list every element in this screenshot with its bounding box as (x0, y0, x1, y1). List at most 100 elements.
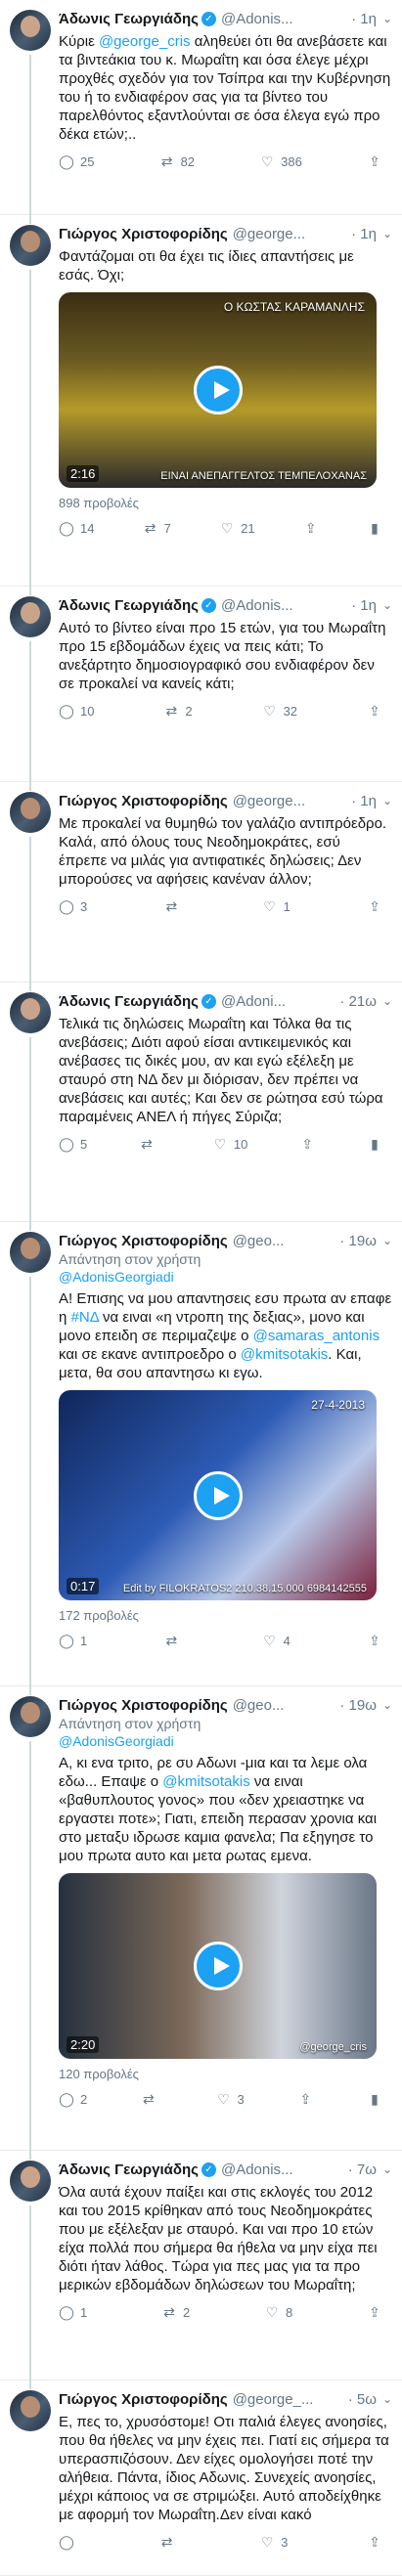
avatar[interactable] (10, 225, 51, 266)
like-button[interactable]: ♡ 386 (259, 153, 302, 170)
chevron-down-icon[interactable]: ⌄ (382, 596, 392, 615)
mention-link[interactable]: #ΝΔ (71, 1309, 99, 1326)
reply-button[interactable]: ◯ 10 (59, 703, 94, 720)
chevron-down-icon[interactable]: ⌄ (382, 225, 392, 243)
author-name[interactable]: Άδωνις Γεωργιάδης (59, 596, 199, 615)
author-name[interactable]: Γιώργος Χριστοφορίδης (59, 792, 228, 810)
mention-link[interactable]: @samaras_antonis (253, 1328, 380, 1344)
author-handle[interactable]: @george... (233, 792, 348, 810)
tweet[interactable]: Γιώργος Χριστοφορίδης @george... · 1η ⌄ Φαντ… (0, 215, 402, 595)
video-player[interactable]: 27-4-2013 Edit by FILOKRATOS2 210.38.15.0… (59, 1390, 377, 1600)
avatar[interactable] (10, 10, 51, 51)
tweet[interactable]: Άδωνις Γεωργιάδης ✓ @Adonis... · 1η ⌄ Αυτό το… (0, 587, 402, 791)
reply-button[interactable]: ◯ 1 (59, 1633, 87, 1649)
author-name[interactable]: Γιώργος Χριστοφορίδης (59, 1232, 228, 1250)
retweet-button[interactable]: ⇄ 2 (163, 703, 193, 720)
tweet-timestamp[interactable]: · 1η (351, 792, 377, 810)
chevron-down-icon[interactable]: ⌄ (382, 992, 392, 1011)
reply-button[interactable]: ◯ 1 (59, 2304, 87, 2321)
avatar[interactable] (10, 2390, 51, 2431)
author-name[interactable]: Γιώργος Χριστοφορίδης (59, 225, 228, 243)
reply-button[interactable]: ◯ 3 (59, 898, 87, 915)
like-button[interactable]: ♡ 8 (264, 2304, 293, 2321)
chevron-down-icon[interactable]: ⌄ (382, 1232, 392, 1250)
chevron-down-icon[interactable]: ⌄ (382, 10, 392, 28)
share-button[interactable]: ⇪ (367, 703, 382, 720)
tweet-timestamp[interactable]: · 1η (351, 10, 377, 28)
reply-button[interactable]: ◯ 2 (59, 2091, 87, 2108)
tweet-timestamp[interactable]: · 19ω (339, 1232, 377, 1250)
avatar[interactable] (10, 992, 51, 1033)
tweet[interactable]: Άδωνις Γεωργιάδης ✓ @Adonis... · 1η ⌄ Κύριε @… (0, 0, 402, 224)
retweet-button[interactable]: ⇄ 2 (161, 2304, 190, 2321)
analytics-button[interactable]: ▮ (367, 1136, 382, 1153)
replying-to-user-link[interactable]: @AdonisGeorgiadi (59, 1732, 392, 1750)
tweet[interactable]: Άδωνις Γεωργιάδης ✓ @Adonis... · 7ω ⌄ Όλα αυτ… (0, 2151, 402, 2389)
mention-link[interactable]: @kmitsotakis (241, 1346, 328, 1363)
play-button-icon[interactable] (193, 1470, 243, 1520)
like-button[interactable]: ♡ 3 (215, 2091, 245, 2108)
reply-button[interactable]: ◯ (59, 2534, 80, 2551)
reply-button[interactable]: ◯ 14 (59, 520, 94, 537)
tweet-timestamp[interactable]: · 19ω (339, 1696, 377, 1715)
tweet[interactable]: Γιώργος Χριστοφορίδης @geo... · 19ω ⌄ Απάντη… (0, 1686, 402, 2160)
tweet[interactable]: Άδωνις Γεωργιάδης ✓ @Adoni... · 21ω ⌄ Τελικά … (0, 982, 402, 1231)
author-name[interactable]: Γιώργος Χριστοφορίδης (59, 2390, 228, 2409)
tweet[interactable]: Γιώργος Χριστοφορίδης @george_... · 5ω ⌄ Ε, … (0, 2380, 402, 2576)
replying-to-user-link[interactable]: @AdonisGeorgiadi (59, 1268, 392, 1286)
author-handle[interactable]: @geo... (233, 1232, 337, 1250)
chevron-down-icon[interactable]: ⌄ (382, 1696, 392, 1715)
retweet-button[interactable]: ⇄ (163, 898, 185, 915)
video-player[interactable]: @george_cris 2:20 (59, 1873, 377, 2059)
play-button-icon[interactable] (193, 1942, 243, 1990)
mention-link[interactable]: @george_cris (99, 33, 191, 50)
retweet-button[interactable]: ⇄ (141, 2091, 162, 2108)
share-button[interactable]: ⇪ (297, 2091, 313, 2108)
avatar[interactable] (10, 1696, 51, 1737)
video-player[interactable]: Ο ΚΩΣΤΑΣ ΚΑΡΑΜΑΝΛΗΣ ΕΙΝΑΙ ΑΝΕΠΑΓΓΕΛΤΟΣ ΤΕ… (59, 292, 377, 488)
author-handle[interactable]: @Adoni... (221, 992, 336, 1011)
author-name[interactable]: Άδωνις Γεωργιάδης (59, 992, 199, 1011)
like-button[interactable]: ♡ 1 (262, 898, 290, 915)
avatar[interactable] (10, 596, 51, 637)
share-button[interactable]: ⇪ (299, 1136, 315, 1153)
analytics-button[interactable]: ▮ (367, 520, 382, 537)
tweet-timestamp[interactable]: · 21ω (339, 992, 377, 1011)
author-handle[interactable]: @george... (233, 225, 348, 243)
like-button[interactable]: ♡ 32 (262, 703, 297, 720)
share-button[interactable]: ⇪ (367, 2534, 382, 2551)
like-button[interactable]: ♡ 21 (219, 520, 255, 537)
avatar[interactable] (10, 792, 51, 833)
retweet-button[interactable]: ⇄ 7 (143, 520, 171, 537)
share-button[interactable]: ⇪ (367, 2304, 382, 2321)
share-button[interactable]: ⇪ (367, 1633, 382, 1649)
like-button[interactable]: ♡ 10 (212, 1136, 248, 1153)
retweet-button[interactable]: ⇄ (163, 1633, 185, 1649)
retweet-button[interactable]: ⇄ (159, 2534, 181, 2551)
author-handle[interactable]: @Adonis... (221, 10, 348, 28)
tweet[interactable]: Γιώργος Χριστοφορίδης @geo... · 19ω ⌄ Απάντη… (0, 1222, 402, 1695)
author-name[interactable]: Γιώργος Χριστοφορίδης (59, 1696, 228, 1715)
chevron-down-icon[interactable]: ⌄ (382, 2390, 392, 2409)
tweet-timestamp[interactable]: · 1η (351, 596, 377, 615)
mention-link[interactable]: @kmitsotakis (162, 1773, 249, 1790)
retweet-button[interactable]: ⇄ 82 (159, 153, 195, 170)
share-button[interactable]: ⇪ (367, 898, 382, 915)
author-name[interactable]: Άδωνις Γεωργιάδης (59, 10, 199, 28)
author-handle[interactable]: @Adonis... (221, 2161, 345, 2179)
tweet[interactable]: Γιώργος Χριστοφορίδης @george... · 1η ⌄ Με π… (0, 782, 402, 991)
chevron-down-icon[interactable]: ⌄ (382, 792, 392, 810)
author-name[interactable]: Άδωνις Γεωργιάδης (59, 2161, 199, 2179)
share-button[interactable]: ⇪ (303, 520, 319, 537)
tweet-timestamp[interactable]: · 1η (351, 225, 377, 243)
play-button-icon[interactable] (193, 366, 243, 415)
tweet-timestamp[interactable]: · 7ω (348, 2161, 377, 2179)
avatar[interactable] (10, 2161, 51, 2202)
like-button[interactable]: ♡ 3 (259, 2534, 289, 2551)
avatar[interactable] (10, 1232, 51, 1273)
analytics-button[interactable]: ▮ (367, 2091, 382, 2108)
chevron-down-icon[interactable]: ⌄ (382, 2161, 392, 2179)
author-handle[interactable]: @george_... (233, 2390, 345, 2409)
reply-button[interactable]: ◯ 25 (59, 153, 94, 170)
reply-button[interactable]: ◯ 5 (59, 1136, 87, 1153)
